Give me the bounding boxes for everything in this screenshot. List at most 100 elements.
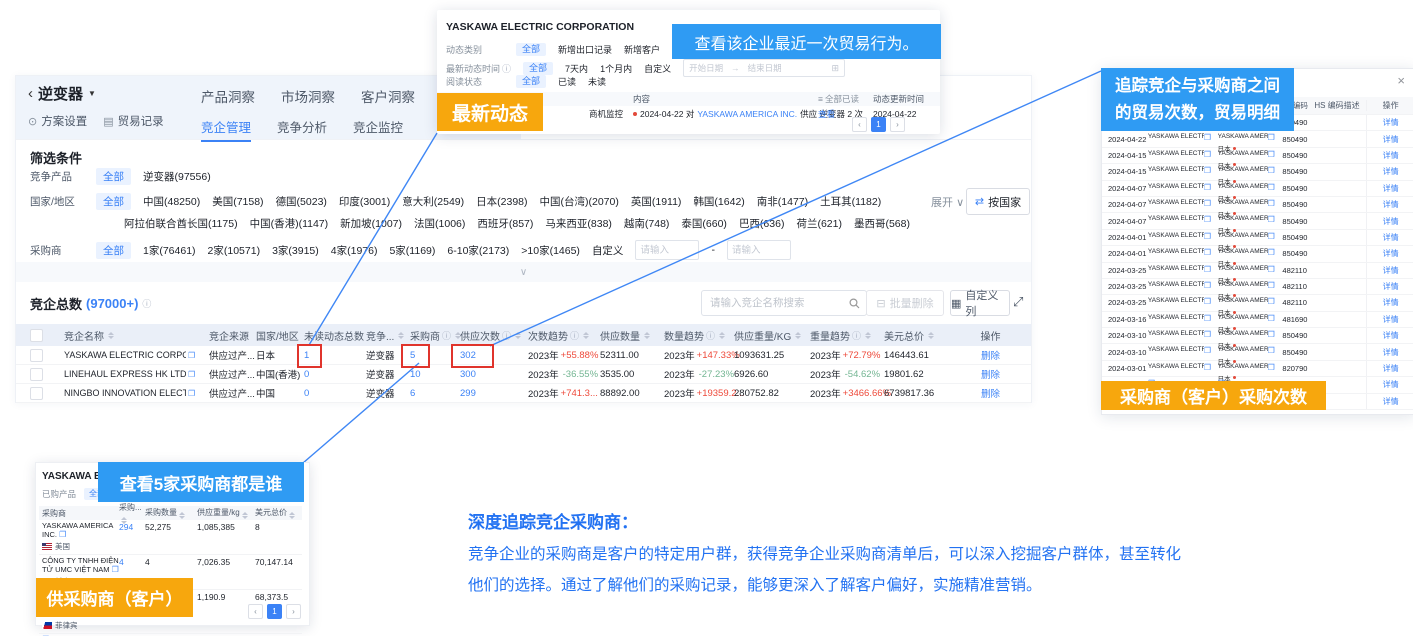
supplier-name[interactable]: YASKAWA ELECTRIC CORP... <box>1148 314 1204 321</box>
country-filter-item[interactable]: 法国(1006) <box>414 216 465 231</box>
subtab-competition-analysis[interactable]: 竞争分析 <box>277 117 327 142</box>
country-filter-item[interactable]: 中国(台湾)(2070) <box>540 194 619 209</box>
competitor-name[interactable]: LINEHAUL EXPRESS HK LTD <box>64 369 186 379</box>
country-filter-item[interactable]: 土耳其(1182) <box>820 194 881 209</box>
buyer-name[interactable]: YASKAWA AMERICA INC. <box>1218 281 1268 288</box>
country-filter-item[interactable]: 巴西(636) <box>739 216 785 231</box>
company-profile-icon[interactable]: ❐ <box>1268 150 1275 159</box>
col-buyers[interactable]: 采购商ⓘ <box>402 328 452 343</box>
company-profile-icon[interactable]: ❐ <box>59 530 66 539</box>
detail-link[interactable]: 详情 <box>1383 166 1399 177</box>
company-profile-icon[interactable]: ❐ <box>1268 265 1275 274</box>
subtab-competitor-monitoring[interactable]: 竞企监控 <box>353 117 403 142</box>
custom-min-input[interactable] <box>635 240 699 260</box>
company-profile-icon[interactable]: ❐ <box>1268 314 1275 323</box>
expand-toggle[interactable]: 展开 ∨ <box>931 194 964 210</box>
company-profile-icon[interactable]: ❐ <box>1204 215 1211 224</box>
competitor-name[interactable]: NINGBO INNOVATION ELECTRONI <box>64 388 186 398</box>
by-country-button[interactable]: ⇄ 按国家 <box>966 188 1030 215</box>
country-filter-item[interactable]: 意大利(2549) <box>402 194 464 209</box>
company-profile-icon[interactable]: ❐ <box>1204 183 1211 192</box>
company-profile-icon[interactable]: ❐ <box>112 565 119 574</box>
view-link[interactable]: 查看 <box>818 108 835 120</box>
row-checkbox[interactable] <box>30 387 43 400</box>
buyer-count-link[interactable]: 6 <box>410 388 415 399</box>
filter-option[interactable]: 7天内 <box>565 62 588 75</box>
detail-link[interactable]: 详情 <box>1383 363 1399 374</box>
buyer-name[interactable]: YASKAWA AMERICA INC. <box>1218 346 1268 353</box>
supplier-name[interactable]: YASKAWA ELECTRIC CORP... <box>1148 363 1204 370</box>
buyer-count-filter-item[interactable]: 2家(10571) <box>208 243 261 258</box>
company-profile-icon[interactable]: ❐ <box>1204 150 1211 159</box>
supplier-name[interactable]: YASKAWA ELECTRIC CORP... <box>1148 297 1204 304</box>
company-profile-icon[interactable]: ❐ <box>1268 215 1275 224</box>
prev-page-button[interactable]: ‹ <box>852 117 867 132</box>
detail-link[interactable]: 详情 <box>1383 347 1399 358</box>
supplier-name[interactable]: YASKAWA ELECTRIC CORP... <box>1148 215 1204 222</box>
filter-all-chip[interactable]: 全部 <box>96 193 131 210</box>
country-filter-item[interactable]: 荷兰(621) <box>796 216 842 231</box>
company-profile-icon[interactable]: ❐ <box>1268 363 1275 372</box>
col-usd-total[interactable]: 美元总价 <box>255 507 302 519</box>
company-profile-icon[interactable]: ❐ <box>188 351 195 360</box>
competitor-search-input[interactable] <box>708 296 845 310</box>
col-name[interactable]: 竞企名称 <box>56 328 201 343</box>
subtab-competitor-management[interactable]: 竞企管理 <box>201 117 251 142</box>
buyer-name[interactable]: YASKAWA AMERICA INC. <box>1218 150 1268 157</box>
country-filter-item[interactable]: 印度(3001) <box>339 194 390 209</box>
filter-all-chip[interactable]: 全部 <box>96 168 131 185</box>
next-page-button[interactable]: › <box>286 604 301 619</box>
detail-link[interactable]: 详情 <box>1383 379 1399 390</box>
filter-option[interactable]: 自定义 <box>644 62 671 75</box>
supplier-name[interactable]: YASKAWA ELECTRIC CORP... <box>1148 166 1204 173</box>
company-profile-icon[interactable]: ❐ <box>1204 281 1211 290</box>
supplier-name[interactable]: YASKAWA ELECTRIC CORP... <box>1148 232 1204 239</box>
tab-product-insight[interactable]: 产品洞察 <box>201 86 255 115</box>
filter-option[interactable]: 新增客户 <box>624 43 660 56</box>
fullscreen-icon[interactable]: ⤢ <box>1013 294 1023 310</box>
buyer-count-filter-item[interactable]: 4家(1976) <box>331 243 378 258</box>
custom-max-input[interactable] <box>727 240 791 260</box>
company-profile-icon[interactable]: ❐ <box>1204 166 1211 175</box>
col-purchase-qty[interactable]: 采购数量 <box>145 507 197 519</box>
company-profile-icon[interactable]: ❐ <box>1204 133 1211 142</box>
supplier-name[interactable]: YASKAWA ELECTRIC CORP... <box>1148 330 1204 337</box>
detail-link[interactable]: 详情 <box>1383 314 1399 325</box>
page-1-button[interactable]: 1 <box>267 604 282 619</box>
buyer-name[interactable]: YASKAWA AMERICA INC. <box>1218 183 1268 190</box>
buyer-count-filter-item[interactable]: 1家(76461) <box>143 243 196 258</box>
country-filter-item[interactable]: 越南(748) <box>624 216 670 231</box>
buyer-name[interactable]: CÔNG TY TNHH ĐIỆN TỬ UMC VIỆT NAM <box>42 556 119 574</box>
delete-row-link[interactable]: 删除 <box>981 386 1000 400</box>
company-profile-icon[interactable]: ❐ <box>1268 297 1275 306</box>
company-profile-icon[interactable]: ❐ <box>1268 248 1275 257</box>
batch-delete-button[interactable]: ⊟ 批量删除 <box>866 290 944 316</box>
activity-company-link[interactable]: YASKAWA AMERICA INC. <box>697 109 797 119</box>
buyer-name[interactable]: YASKAWA AMERICA INC. <box>1218 199 1268 206</box>
col-supply-qty[interactable]: 供应数量 <box>592 328 656 343</box>
buyer-name[interactable]: YASKAWA AMERICA INC. <box>1218 314 1268 321</box>
company-profile-icon[interactable]: ❐ <box>188 389 195 398</box>
company-profile-icon[interactable]: ❐ <box>188 370 195 379</box>
detail-link[interactable]: 详情 <box>1383 248 1399 259</box>
company-profile-icon[interactable]: ❐ <box>1204 199 1211 208</box>
buyer-count-filter-item[interactable]: 3家(3915) <box>272 243 319 258</box>
buyer-name[interactable]: YASKAWA AMERICA INC. <box>1218 265 1268 272</box>
unread-count-link[interactable]: 1 <box>304 350 309 361</box>
country-filter-item[interactable]: 马来西亚(838) <box>545 216 612 231</box>
country-filter-item[interactable]: 新加坡(1007) <box>340 216 402 231</box>
supplier-name[interactable]: YASKAWA ELECTRIC CORP... <box>1148 346 1204 353</box>
detail-link[interactable]: 详情 <box>1383 265 1399 276</box>
next-page-button[interactable]: › <box>890 117 905 132</box>
supply-count-link[interactable]: 299 <box>460 388 476 399</box>
detail-link[interactable]: 详情 <box>1383 117 1399 128</box>
detail-link[interactable]: 详情 <box>1383 183 1399 194</box>
company-profile-icon[interactable]: ❐ <box>1204 363 1211 372</box>
purchase-count-link[interactable]: 4 <box>119 557 124 567</box>
detail-link[interactable]: 详情 <box>1383 150 1399 161</box>
competitor-name[interactable]: YASKAWA ELECTRIC CORPORATIO <box>64 350 186 360</box>
company-profile-icon[interactable]: ❐ <box>1204 330 1211 339</box>
country-filter-item[interactable]: 南非(1477) <box>757 194 808 209</box>
filter-all-chip[interactable]: 全部 <box>516 43 546 56</box>
filter-product-item[interactable]: 逆变器(97556) <box>143 169 211 184</box>
